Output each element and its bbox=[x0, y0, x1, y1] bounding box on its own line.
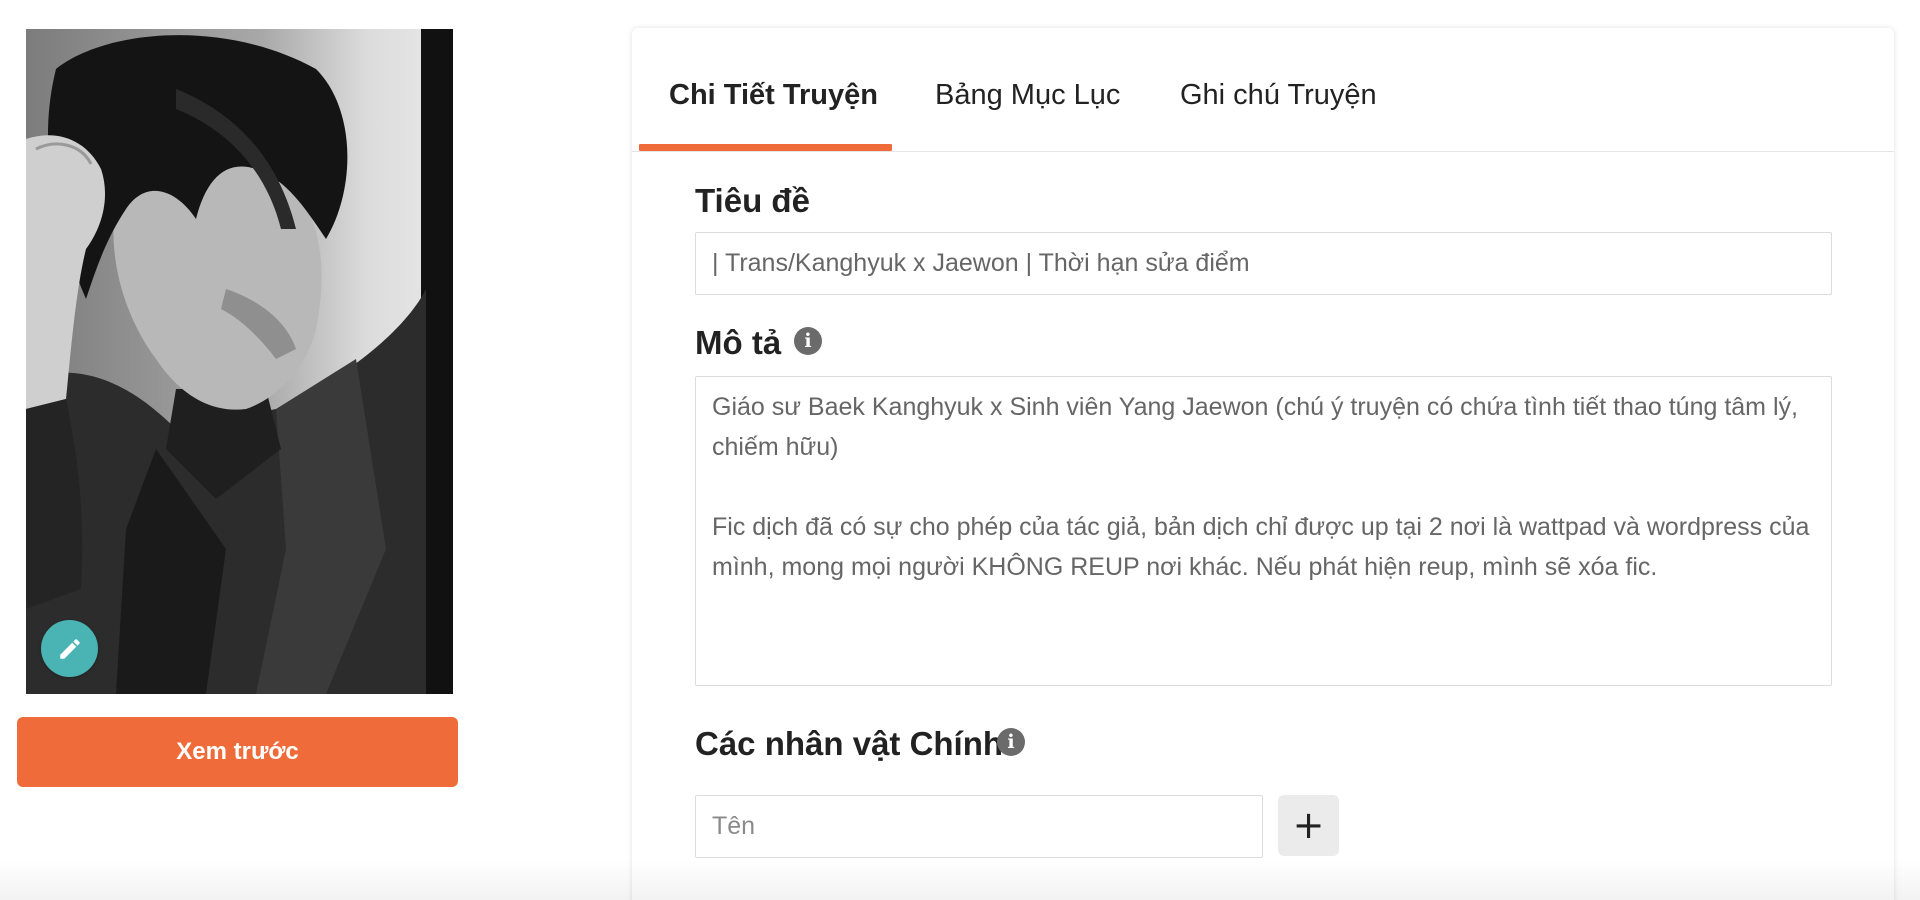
main-characters-label: Các nhân vật Chính bbox=[695, 725, 1004, 762]
edit-cover-button[interactable] bbox=[41, 620, 98, 677]
title-input[interactable] bbox=[695, 232, 1832, 295]
main-characters-info-icon[interactable]: i bbox=[997, 728, 1025, 756]
story-cover-image bbox=[26, 29, 453, 694]
plus-icon: + bbox=[1292, 803, 1325, 847]
description-textarea[interactable]: Giáo sư Baek Kanghyuk x Sinh viên Yang J… bbox=[695, 376, 1832, 686]
tab-story-details[interactable]: Chi Tiết Truyện bbox=[669, 79, 878, 112]
add-character-button[interactable]: + bbox=[1278, 795, 1339, 856]
description-info-icon[interactable]: i bbox=[794, 327, 822, 355]
cover-photo-illustration bbox=[26, 29, 453, 694]
character-name-input[interactable] bbox=[695, 795, 1263, 858]
preview-button[interactable]: Xem trước bbox=[17, 717, 458, 787]
story-details-panel: Chi Tiết Truyện Bảng Mục Lục Ghi chú Tru… bbox=[632, 28, 1894, 900]
title-label: Tiêu đề bbox=[695, 182, 810, 219]
tab-table-of-contents[interactable]: Bảng Mục Lục bbox=[935, 79, 1120, 112]
pencil-icon bbox=[59, 638, 80, 659]
tab-story-notes[interactable]: Ghi chú Truyện bbox=[1180, 79, 1377, 112]
tab-bar: Chi Tiết Truyện Bảng Mục Lục Ghi chú Tru… bbox=[632, 28, 1894, 152]
active-tab-indicator bbox=[639, 144, 892, 151]
description-label: Mô tả bbox=[695, 324, 782, 361]
